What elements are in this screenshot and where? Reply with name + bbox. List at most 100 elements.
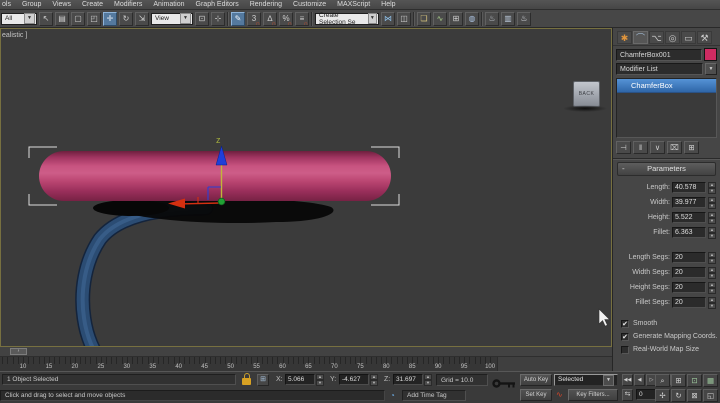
z-coord-field[interactable]: 31.697	[393, 374, 423, 385]
gizmo-center-handle[interactable]	[218, 198, 225, 205]
add-time-tag-field[interactable]: Add Time Tag	[402, 390, 466, 401]
render-icon[interactable]: ♨	[517, 12, 531, 26]
param-height-field[interactable]: 5.522	[672, 212, 706, 223]
tab-utilities[interactable]: ⚒	[697, 31, 712, 44]
goto-start-button[interactable]: ◀◀	[622, 374, 633, 386]
param-width-spinner[interactable]: ▲▼	[708, 197, 716, 208]
schematic-view-icon[interactable]: ⊞	[449, 12, 463, 26]
ref-coord-system-dropdown[interactable]: View▼	[151, 13, 193, 25]
checkbox-smooth[interactable]: ✔	[621, 320, 629, 328]
param-filletsegs-spinner[interactable]: ▲▼	[708, 297, 716, 308]
zoom-icon[interactable]: ⌕	[655, 374, 670, 387]
select-object-icon[interactable]: ↖	[39, 12, 53, 26]
orbit-icon[interactable]: ↻	[671, 389, 686, 402]
prev-frame-button[interactable]: ◀	[634, 374, 645, 386]
auto-key-button[interactable]: Auto Key	[520, 374, 552, 386]
zoom-all-icon[interactable]: ⊞	[671, 374, 686, 387]
checkbox-real-world-map-size[interactable]	[621, 346, 629, 354]
modifier-stack[interactable]: ChamferBox	[616, 78, 717, 138]
use-pivot-center-icon[interactable]: ⊡	[195, 12, 209, 26]
dropdown-arrow-icon[interactable]: ▼	[368, 13, 377, 24]
z-coord-spinner[interactable]: ▲▼	[424, 374, 432, 385]
param-fillet-field[interactable]: 6.363	[672, 227, 706, 238]
x-coord-field[interactable]: 5.066	[285, 374, 315, 385]
align-icon[interactable]: ◫	[397, 12, 411, 26]
spinner-snap-icon[interactable]: ≡∩	[295, 12, 309, 26]
y-coord-spinner[interactable]: ▲▼	[370, 374, 378, 385]
modifier-list-dropdown[interactable]: Modifier List	[616, 63, 703, 75]
menu-create[interactable]: Create	[82, 1, 103, 8]
keyboard-override-icon[interactable]: ✎	[231, 12, 245, 26]
selection-filter-dropdown[interactable]: All▼	[1, 13, 37, 25]
render-setup-icon[interactable]: ♨	[485, 12, 499, 26]
parameters-rollout-header[interactable]: - Parameters	[617, 162, 716, 176]
rendered-frame-icon[interactable]: ▥	[501, 12, 515, 26]
spinner-down-icon[interactable]: ▼	[708, 258, 716, 264]
spinner-down-icon[interactable]: ▼	[708, 273, 716, 279]
percent-snap-icon[interactable]: %∩	[279, 12, 293, 26]
param-filletsegs-field[interactable]: 20	[672, 297, 706, 308]
back-overlay-button[interactable]: BACK	[573, 81, 600, 107]
param-heightsegs-spinner[interactable]: ▲▼	[708, 282, 716, 293]
modifier-stack-entry[interactable]: ChamferBox	[617, 79, 716, 93]
select-scale-icon[interactable]: ⇲	[135, 12, 149, 26]
menu-animation[interactable]: Animation	[153, 1, 184, 8]
set-key-filters-wave-icon[interactable]: ∿	[556, 390, 563, 399]
param-length-field[interactable]: 40.578	[672, 182, 706, 193]
menu-customize[interactable]: Customize	[293, 1, 326, 8]
time-slider-handle[interactable]: ›	[10, 348, 27, 355]
configure-modifier-sets-button[interactable]: ⊞	[684, 141, 699, 154]
menu-views[interactable]: Views	[52, 1, 71, 8]
menu-modifiers[interactable]: Modifiers	[114, 1, 142, 8]
rollout-collapse-icon[interactable]: -	[622, 163, 625, 174]
param-fillet-spinner[interactable]: ▲▼	[708, 227, 716, 238]
show-end-result-button[interactable]: ‖	[633, 141, 648, 154]
param-lengthsegs-spinner[interactable]: ▲▼	[708, 252, 716, 263]
make-unique-button[interactable]: ∨	[650, 141, 665, 154]
key-mode-toggle-button[interactable]: ⇆	[622, 389, 633, 401]
modifier-list-dropdown-arrow[interactable]: ▼	[705, 63, 717, 75]
time-slider-track[interactable]: ›	[0, 347, 612, 357]
spinner-down-icon[interactable]: ▼	[708, 218, 716, 224]
spinner-down-icon[interactable]: ▼	[708, 303, 716, 309]
window-crossing-icon[interactable]: ◰	[87, 12, 101, 26]
time-tag-icon[interactable]: ◔	[390, 391, 395, 400]
key-filters-button[interactable]: Key Filters...	[568, 389, 618, 401]
select-manipulate-icon[interactable]: ⊹	[211, 12, 225, 26]
snap-3d-icon[interactable]: 3∩	[247, 12, 261, 26]
curve-editor-icon[interactable]: ∿	[433, 12, 447, 26]
perspective-viewport[interactable]: ealistic ]	[0, 28, 612, 347]
tab-display[interactable]: ▭	[681, 31, 696, 44]
menu-tools[interactable]: ols	[2, 1, 11, 8]
layer-manager-icon[interactable]: ❏	[417, 12, 431, 26]
menu-maxscript[interactable]: MAXScript	[337, 1, 370, 8]
dropdown-arrow-icon[interactable]: ▼	[180, 13, 191, 24]
zoom-extents-icon[interactable]: ⊡	[687, 374, 702, 387]
select-rotate-icon[interactable]: ↻	[119, 12, 133, 26]
tab-motion[interactable]: ◎	[665, 31, 680, 44]
selection-set-dropdown[interactable]: Create Selection Se▼	[315, 13, 379, 25]
y-coord-field[interactable]: -4.627	[339, 374, 369, 385]
tab-create[interactable]: ✱	[617, 31, 632, 44]
selection-lock-icon[interactable]	[241, 373, 252, 385]
transform-typein-mode-icon[interactable]: ⊞	[257, 374, 269, 386]
object-name-field[interactable]: ChamferBox001	[616, 49, 702, 61]
remove-modifier-button[interactable]: ⌧	[667, 141, 682, 154]
x-coord-spinner[interactable]: ▲▼	[316, 374, 324, 385]
spinner-down-icon[interactable]: ▼	[708, 203, 716, 209]
mirror-icon[interactable]: ⋈	[381, 12, 395, 26]
menu-group[interactable]: Group	[22, 1, 41, 8]
select-by-name-icon[interactable]: ▤	[55, 12, 69, 26]
rect-selection-region-icon[interactable]: ▢	[71, 12, 85, 26]
param-widthsegs-spinner[interactable]: ▲▼	[708, 267, 716, 278]
zoom-region-icon[interactable]: ⊠	[687, 389, 702, 402]
zoom-extents-all-icon[interactable]: ▦	[703, 374, 718, 387]
param-height-spinner[interactable]: ▲▼	[708, 212, 716, 223]
pan-view-icon[interactable]: ✢	[655, 389, 670, 402]
menu-rendering[interactable]: Rendering	[250, 1, 282, 8]
dropdown-arrow-icon[interactable]: ▼	[24, 13, 35, 24]
menu-help[interactable]: Help	[381, 1, 395, 8]
pin-stack-button[interactable]: ⊣	[616, 141, 631, 154]
chamferbox-object[interactable]	[39, 151, 391, 201]
set-key-button[interactable]: Set Key	[520, 389, 552, 401]
